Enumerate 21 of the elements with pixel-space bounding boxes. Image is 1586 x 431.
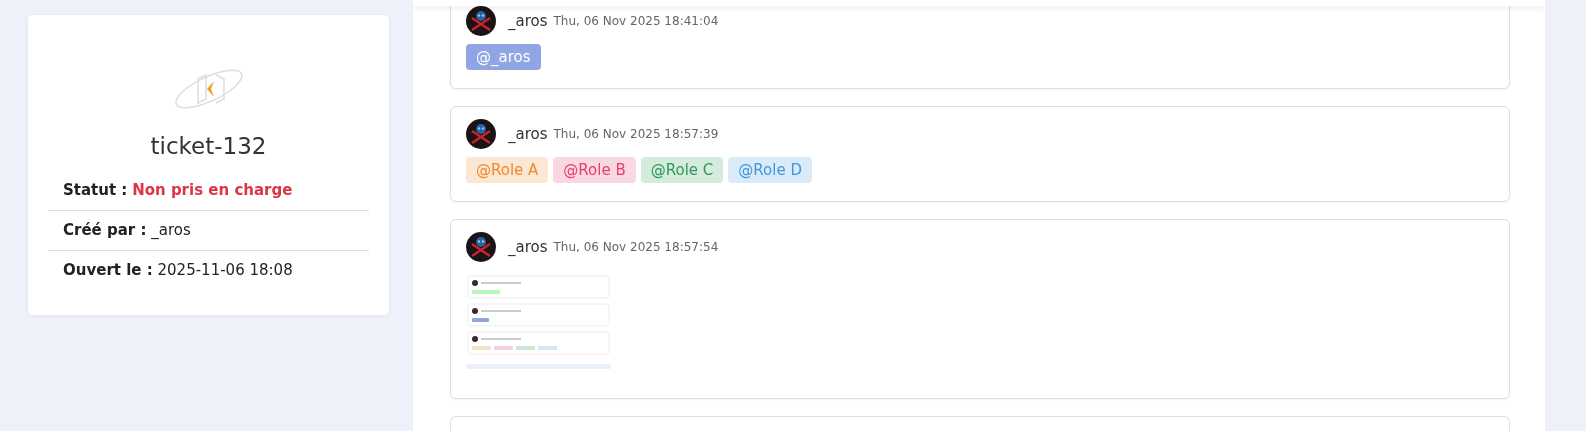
mention-tag[interactable]: @_aros: [466, 44, 541, 70]
avatar-icon: [466, 119, 496, 149]
field-value: 2025-11-06 18:08: [157, 261, 293, 279]
avatar-icon: [466, 6, 496, 36]
message-time: Thu, 06 Nov 2025 18:41:04: [553, 14, 719, 28]
field-label: Créé par :: [63, 221, 147, 239]
field-label: Statut :: [63, 181, 128, 199]
author-name: _aros: [508, 238, 548, 256]
mention-tag[interactable]: @Role C: [640, 157, 724, 183]
author-name: _aros: [508, 125, 548, 143]
field-value: _aros: [151, 221, 191, 239]
ticket-title: ticket-132: [150, 133, 267, 159]
avatar-icon: [466, 232, 496, 262]
mention-tag[interactable]: @Role B: [553, 157, 636, 183]
message-time: Thu, 06 Nov 2025 18:57:39: [553, 127, 719, 141]
status-value: Non pris en charge: [132, 181, 293, 199]
message-time: Thu, 06 Nov 2025 18:57:54: [553, 240, 719, 254]
mention-tag[interactable]: @Role D: [728, 157, 812, 183]
author-name: _aros: [508, 12, 548, 30]
field-label: Ouvert le :: [63, 261, 153, 279]
mention-tag[interactable]: @Role A: [466, 157, 549, 183]
